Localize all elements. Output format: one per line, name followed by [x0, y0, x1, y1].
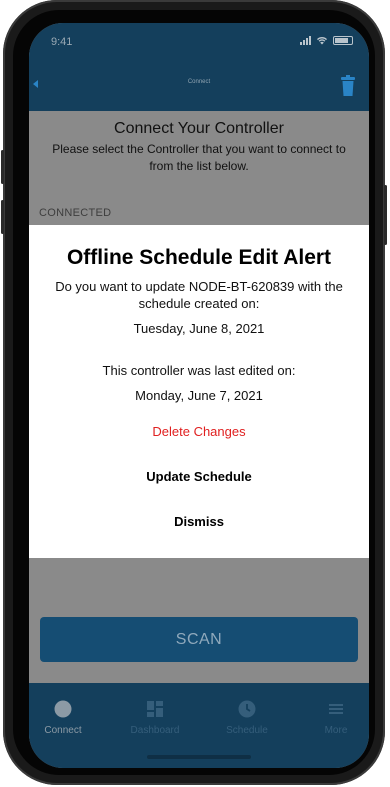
offline-schedule-alert: Offline Schedule Edit Alert Do you want …	[29, 225, 369, 558]
header-title: Connect	[187, 79, 211, 85]
circle-icon	[54, 700, 72, 718]
clock-icon	[238, 700, 256, 718]
delete-changes-button[interactable]: Delete Changes	[69, 420, 329, 444]
page-title: Connect Your Controller	[114, 120, 284, 137]
tab-label: Schedule	[226, 725, 268, 736]
wifi-icon	[317, 37, 327, 45]
tab-connect[interactable]: Connect	[29, 699, 98, 736]
alert-message: Do you want to update NODE-BT-620839 wit…	[55, 279, 343, 311]
phone-side-button	[1, 150, 4, 184]
battery-icon	[333, 36, 353, 45]
update-schedule-button[interactable]: Update Schedule	[69, 465, 329, 489]
status-time: 9:41	[51, 36, 73, 48]
tab-label: Connect	[44, 725, 82, 736]
connected-section-label: CONNECTED	[39, 207, 112, 219]
grid-icon	[147, 701, 163, 717]
home-indicator	[147, 755, 251, 759]
tab-label: More	[324, 725, 348, 736]
phone-side-button	[1, 200, 4, 234]
menu-icon	[329, 704, 343, 714]
top-bar: 9:41 Connect	[29, 23, 369, 111]
scan-button[interactable]: SCAN	[40, 617, 358, 662]
trash-icon[interactable]	[340, 75, 356, 97]
signal-icon	[300, 36, 311, 45]
tab-dashboard[interactable]: Dashboard	[120, 699, 190, 736]
tab-label: Dashboard	[130, 725, 180, 736]
alert-schedule-date: Tuesday, June 8, 2021	[133, 321, 265, 336]
alert-last-edited-date: Monday, June 7, 2021	[135, 388, 263, 403]
status-icons	[300, 36, 353, 45]
tab-more[interactable]: More	[301, 699, 369, 736]
app-screen: 9:41 Connect Connect Your Controller Ple…	[29, 23, 369, 768]
tab-schedule[interactable]: Schedule	[212, 699, 282, 736]
alert-title: Offline Schedule Edit Alert	[66, 246, 332, 269]
dismiss-button[interactable]: Dismiss	[69, 510, 329, 534]
alert-last-edited-text: This controller was last edited on:	[102, 363, 296, 378]
page-subtitle: Please select the Controller that you wa…	[52, 142, 346, 173]
phone-side-button	[384, 185, 387, 245]
